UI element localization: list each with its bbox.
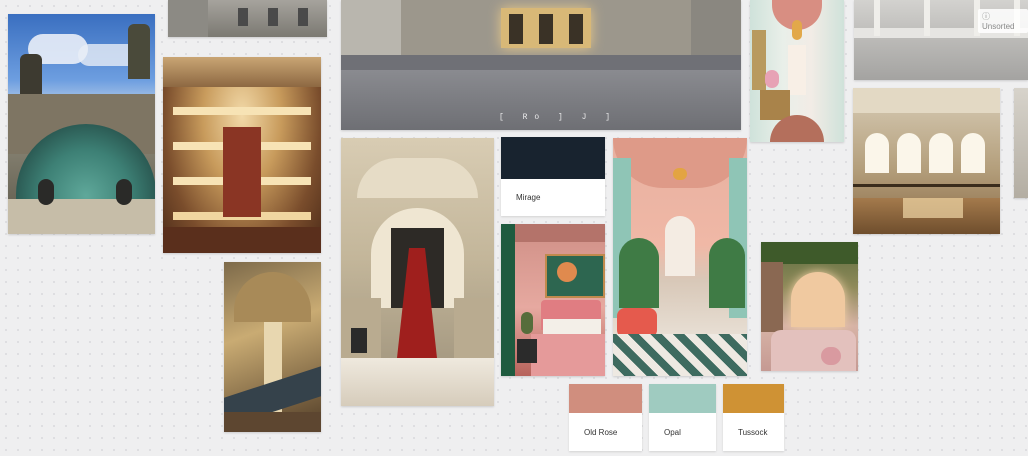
image-building-strip[interactable] <box>168 0 327 37</box>
image-grand-staircase[interactable] <box>224 262 321 432</box>
image-pink-nook[interactable] <box>761 242 858 371</box>
unsorted-badge[interactable]: ⓘ Unsorted <box>978 9 1028 33</box>
image-pink-mint-arcade[interactable] <box>613 138 747 376</box>
image-toolbar-text[interactable]: [ Ro ] J ] <box>499 113 617 122</box>
swatch-card-opal[interactable]: Opal <box>649 384 716 451</box>
image-mint-hallway[interactable] <box>750 0 844 142</box>
swatch-card-old-rose[interactable]: Old Rose <box>569 384 642 451</box>
swatch-label-tussock: Tussock <box>738 428 768 437</box>
info-circle-icon: ⓘ <box>982 12 990 21</box>
swatch-card-mirage[interactable]: Mirage <box>501 137 605 216</box>
image-ornate-theater[interactable] <box>163 57 321 253</box>
swatch-color-old-rose <box>569 384 642 413</box>
image-empty-hall[interactable]: ⓘ Unsorted <box>854 0 1028 80</box>
swatch-color-tussock <box>723 384 784 413</box>
swatch-label-old-rose: Old Rose <box>584 428 618 437</box>
swatch-card-tussock[interactable]: Tussock <box>723 384 784 451</box>
image-edge-room[interactable] <box>1014 88 1028 198</box>
image-opera-facade[interactable]: [ Ro ] J ] <box>341 0 741 130</box>
image-pink-bedroom[interactable] <box>501 224 605 376</box>
swatch-label-opal: Opal <box>664 428 681 437</box>
image-red-carpet-staircase[interactable] <box>341 138 494 406</box>
unsorted-label: Unsorted <box>982 22 1015 31</box>
image-ballet-studio[interactable] <box>853 88 1000 234</box>
swatch-label-mirage: Mirage <box>516 193 541 202</box>
image-opera-dome[interactable] <box>8 14 155 234</box>
swatch-color-opal <box>649 384 716 413</box>
swatch-color-mirage <box>501 137 605 179</box>
